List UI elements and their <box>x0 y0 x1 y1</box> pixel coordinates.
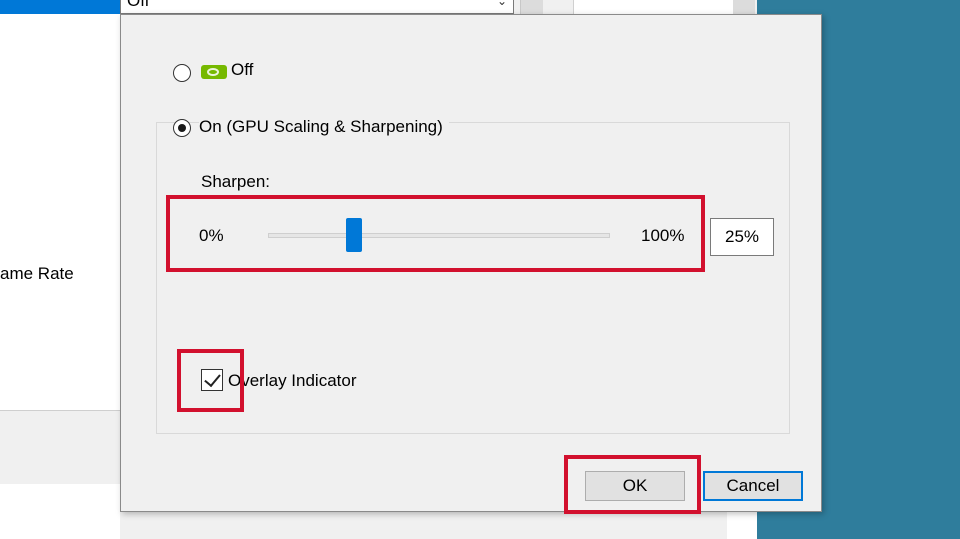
frame-rate-setting-label[interactable]: ame Rate <box>0 264 74 284</box>
off-radio[interactable] <box>173 64 191 82</box>
ok-button[interactable]: OK <box>585 471 685 501</box>
cancel-button[interactable]: Cancel <box>703 471 803 501</box>
sharpen-value-field[interactable]: 25% <box>710 218 774 256</box>
overlay-indicator-label[interactable]: Overlay Indicator <box>228 371 357 391</box>
sharpen-min-label: 0% <box>199 226 224 245</box>
sharpen-slider-track[interactable] <box>268 233 610 238</box>
sharpen-max-label: 100% <box>641 226 685 245</box>
sharpen-slider-thumb[interactable] <box>345 218 362 252</box>
on-gpu-scaling-radio[interactable] <box>173 119 191 137</box>
nvidia-logo-icon <box>201 65 227 79</box>
settings-lower-pane <box>0 484 120 539</box>
settings-list-selected-item[interactable] <box>0 0 120 14</box>
overlay-indicator-checkbox[interactable] <box>201 369 223 391</box>
chevron-down-icon: ⌄ <box>496 0 507 8</box>
off-radio-label[interactable]: Off <box>231 60 253 80</box>
dropdown-value: Off <box>127 0 150 10</box>
background-panel-corner <box>727 512 757 539</box>
image-scaling-dialog: Off On (GPU Scaling & Sharpening) Sharpe… <box>120 14 822 512</box>
setting-value-dropdown[interactable]: Off ⌄ <box>120 0 514 14</box>
sharpen-label: Sharpen: <box>201 172 270 191</box>
settings-list: ame Rate <box>0 0 120 411</box>
on-gpu-scaling-radio-label[interactable]: On (GPU Scaling & Sharpening) <box>199 117 449 137</box>
